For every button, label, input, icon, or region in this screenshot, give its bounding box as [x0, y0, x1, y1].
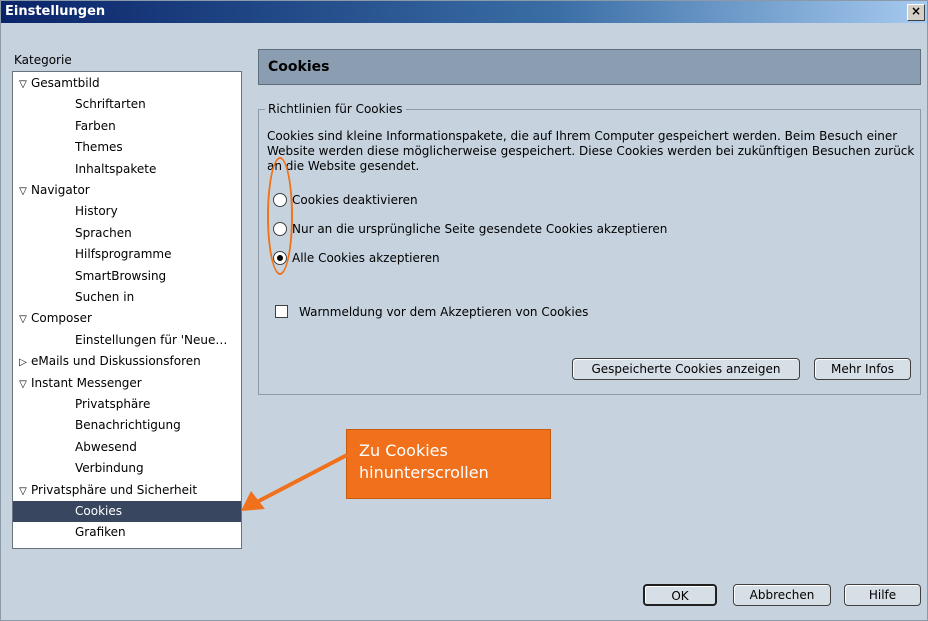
help-button[interactable]: Hilfe — [844, 584, 921, 606]
tree-item[interactable]: ▽ Gesamtbild — [13, 73, 241, 94]
tree-item-label: SmartBrowsing — [75, 268, 167, 283]
title-bar: Einstellungen × — [1, 1, 927, 23]
group-legend: Richtlinien für Cookies — [265, 102, 406, 116]
more-info-button[interactable]: Mehr Infos — [814, 358, 911, 380]
tree-item-label: Instant Messenger — [31, 375, 142, 390]
preferences-dialog: Einstellungen × Kategorie ▽ Gesamtbild Sch… — [0, 0, 928, 621]
tree-item[interactable]: ▷ eMails und Diskussionsforen — [13, 351, 241, 372]
tree-item[interactable]: Schriftarten — [13, 94, 241, 115]
twisty-expanded-icon[interactable]: ▽ — [17, 374, 29, 394]
tree-item[interactable]: Sprachen — [13, 223, 241, 244]
close-icon[interactable]: × — [907, 4, 925, 21]
tree-item[interactable]: Themes — [13, 137, 241, 158]
tree-item[interactable]: ▽ Privatsphäre und Sicherheit — [13, 480, 241, 501]
tree-item[interactable]: Farben — [13, 116, 241, 137]
tree-item-label: Composer — [31, 311, 92, 326]
tree-item-label: Privatsphäre und Sicherheit — [31, 482, 198, 497]
category-tree[interactable]: ▽ Gesamtbild Schriftarten Farben Themes Inhal… — [12, 71, 242, 549]
tree-item-label: Privatsphäre — [75, 397, 151, 411]
tree-item-label: Hilfsprogramme — [75, 247, 172, 262]
tree-item[interactable]: Abwesend — [13, 437, 241, 458]
tree-item-label: Einstellungen für 'Neue… — [75, 332, 228, 347]
radio-label: Nur an die ursprüngliche Seite gesendete… — [292, 222, 668, 236]
tree-item[interactable]: ▽ Navigator — [13, 180, 241, 201]
callout-line-1: Zu Cookies — [359, 441, 448, 460]
annotation-arrow-icon — [241, 453, 348, 511]
checkbox-label: Warnmeldung vor dem Akzeptieren von Cook… — [299, 305, 589, 319]
tree-item-label: Inhaltspakete — [75, 161, 157, 176]
tree-item-label: Suchen in — [75, 290, 135, 304]
ok-button[interactable]: OK — [643, 584, 717, 606]
cookie-description: Cookies sind kleine Informationspakete, … — [267, 129, 915, 173]
tree-item-label: Navigator — [31, 183, 90, 197]
tree-item-label: Sprachen — [75, 225, 132, 240]
window-title: Einstellungen — [5, 4, 106, 19]
tree-item-label: Schriftarten — [75, 97, 146, 112]
tree-item[interactable]: Suchen in — [13, 287, 241, 308]
cancel-button[interactable]: Abbrechen — [733, 584, 831, 606]
panel-title: Cookies — [268, 59, 330, 75]
annotation-callout: Zu Cookies hinunterscrollen — [346, 429, 551, 499]
tree-item[interactable]: Verbindung — [13, 458, 241, 479]
tree-item-label: Grafiken — [75, 525, 126, 540]
tree-item[interactable]: Einstellungen für 'Neue… — [13, 330, 241, 351]
tree-item[interactable]: Hilfsprogramme — [13, 244, 241, 265]
tree-item-label: Verbindung — [75, 461, 144, 476]
annotation-highlight-oval — [267, 157, 293, 275]
checkbox[interactable] — [275, 305, 288, 318]
tree-item-label: Cookies — [75, 504, 122, 518]
twisty-collapsed-icon[interactable]: ▷ — [17, 352, 29, 372]
show-stored-cookies-button[interactable]: Gespeicherte Cookies anzeigen — [572, 358, 800, 380]
callout-line-2: hinunterscrollen — [359, 463, 489, 482]
radio-label: Cookies deaktivieren — [292, 193, 418, 207]
tree-item[interactable]: Cookies — [13, 501, 241, 522]
tree-item-label: Benachrichtigung — [75, 418, 181, 433]
twisty-expanded-icon[interactable]: ▽ — [17, 309, 29, 329]
tree-item-label: Gesamtbild — [31, 76, 100, 90]
tree-item-label: Abwesend — [75, 439, 137, 454]
twisty-expanded-icon[interactable]: ▽ — [17, 181, 29, 201]
tree-item[interactable]: Benachrichtigung — [13, 415, 241, 436]
tree-item-label: Farben — [75, 118, 116, 133]
tree-item-label: History — [75, 204, 118, 219]
panel-header: Cookies — [258, 49, 921, 85]
tree-item[interactable]: Grafiken — [13, 522, 241, 543]
tree-item-label: Themes — [75, 140, 123, 155]
tree-item[interactable]: Privatsphäre — [13, 394, 241, 415]
tree-item[interactable]: ▽ Composer — [13, 308, 241, 329]
twisty-expanded-icon[interactable]: ▽ — [17, 74, 29, 94]
radio-label: Alle Cookies akzeptieren — [292, 251, 440, 265]
tree-item[interactable]: Inhaltspakete — [13, 159, 241, 180]
tree-item-label: eMails und Diskussionsforen — [31, 354, 201, 369]
tree-item[interactable]: ▽ Instant Messenger — [13, 373, 241, 394]
tree-item[interactable]: SmartBrowsing — [13, 266, 241, 287]
category-label: Kategorie — [14, 53, 72, 67]
tree-item[interactable]: History — [13, 201, 241, 222]
twisty-expanded-icon[interactable]: ▽ — [17, 481, 29, 501]
